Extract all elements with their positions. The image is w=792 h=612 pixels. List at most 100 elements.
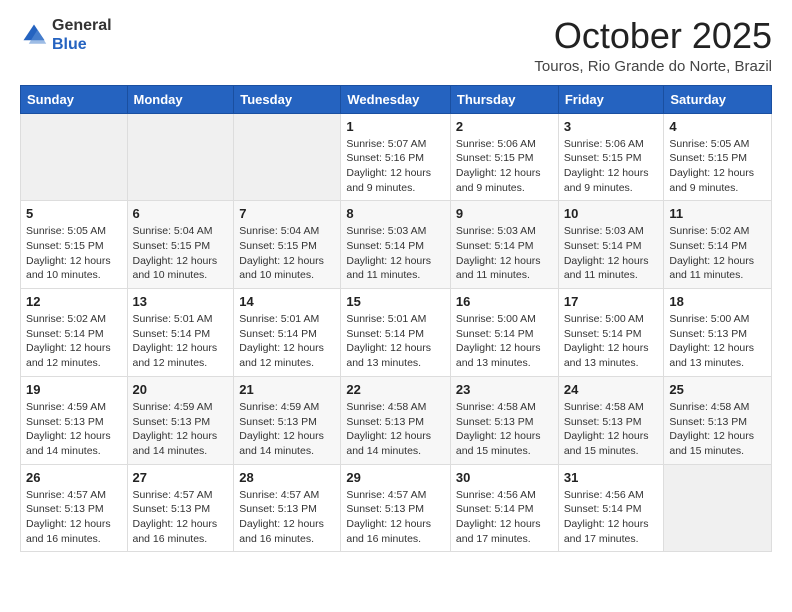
location: Touros, Rio Grande do Norte, Brazil bbox=[534, 58, 772, 75]
day-info: Sunrise: 5:03 AMSunset: 5:14 PMDaylight:… bbox=[346, 224, 445, 283]
day-number: 7 bbox=[239, 206, 335, 221]
day-info: Sunrise: 5:04 AMSunset: 5:15 PMDaylight:… bbox=[133, 224, 229, 283]
calendar-cell: 29Sunrise: 4:57 AMSunset: 5:13 PMDayligh… bbox=[341, 464, 451, 552]
day-number: 30 bbox=[456, 470, 553, 485]
calendar-week-3: 12 Sunrise: 5:02 AMSunset: 5:14 PMDayligh… bbox=[21, 289, 772, 377]
calendar-cell: 17 Sunrise: 5:00 AMSunset: 5:14 PMDayligh… bbox=[558, 289, 664, 377]
day-number: 3 bbox=[564, 119, 659, 134]
calendar-cell bbox=[234, 113, 341, 201]
day-number: 20 bbox=[133, 382, 229, 397]
day-info: Sunrise: 5:03 AMSunset: 5:14 PMDaylight:… bbox=[456, 224, 553, 283]
calendar-cell: 31 Sunrise: 4:56 AMSunset: 5:14 PMDayligh… bbox=[558, 464, 664, 552]
title-section: October 2025 Touros, Rio Grande do Norte… bbox=[534, 16, 772, 75]
calendar-cell: 20 Sunrise: 4:59 AMSunset: 5:13 PMDayligh… bbox=[127, 376, 234, 464]
calendar-cell: 5Sunrise: 5:05 AMSunset: 5:15 PMDaylight… bbox=[21, 201, 128, 289]
calendar-cell bbox=[664, 464, 772, 552]
day-number: 9 bbox=[456, 206, 553, 221]
calendar-week-4: 19Sunrise: 4:59 AMSunset: 5:13 PMDayligh… bbox=[21, 376, 772, 464]
calendar-cell: 26Sunrise: 4:57 AMSunset: 5:13 PMDayligh… bbox=[21, 464, 128, 552]
day-info: Sunrise: 4:57 AMSunset: 5:13 PMDaylight:… bbox=[26, 488, 122, 547]
day-info: Sunrise: 4:58 AMSunset: 5:13 PMDaylight:… bbox=[669, 400, 766, 459]
header-monday: Monday bbox=[127, 85, 234, 113]
calendar-cell: 3Sunrise: 5:06 AMSunset: 5:15 PMDaylight… bbox=[558, 113, 664, 201]
calendar-cell: 8 Sunrise: 5:03 AMSunset: 5:14 PMDaylight… bbox=[341, 201, 451, 289]
day-info: Sunrise: 4:56 AMSunset: 5:14 PMDaylight:… bbox=[456, 488, 553, 547]
day-number: 12 bbox=[26, 294, 122, 309]
calendar-cell: 21 Sunrise: 4:59 AMSunset: 5:13 PMDayligh… bbox=[234, 376, 341, 464]
calendar-cell: 7 Sunrise: 5:04 AMSunset: 5:15 PMDaylight… bbox=[234, 201, 341, 289]
day-info: Sunrise: 5:02 AMSunset: 5:14 PMDaylight:… bbox=[669, 224, 766, 283]
day-info: Sunrise: 4:57 AMSunset: 5:13 PMDaylight:… bbox=[346, 488, 445, 547]
calendar-cell: 22 Sunrise: 4:58 AMSunset: 5:13 PMDayligh… bbox=[341, 376, 451, 464]
day-number: 1 bbox=[346, 119, 445, 134]
logo: General Blue bbox=[20, 16, 112, 54]
day-info: Sunrise: 4:58 AMSunset: 5:13 PMDaylight:… bbox=[456, 400, 553, 459]
day-info: Sunrise: 5:07 AMSunset: 5:16 PMDaylight:… bbox=[346, 137, 445, 196]
day-info: Sunrise: 5:05 AMSunset: 5:15 PMDaylight:… bbox=[669, 137, 766, 196]
logo-text: General Blue bbox=[52, 16, 112, 54]
calendar-cell: 27Sunrise: 4:57 AMSunset: 5:13 PMDayligh… bbox=[127, 464, 234, 552]
calendar-cell bbox=[21, 113, 128, 201]
header-tuesday: Tuesday bbox=[234, 85, 341, 113]
day-info: Sunrise: 5:04 AMSunset: 5:15 PMDaylight:… bbox=[239, 224, 335, 283]
calendar-cell: 23 Sunrise: 4:58 AMSunset: 5:13 PMDayligh… bbox=[450, 376, 558, 464]
calendar-cell: 16Sunrise: 5:00 AMSunset: 5:14 PMDayligh… bbox=[450, 289, 558, 377]
day-info: Sunrise: 5:02 AMSunset: 5:14 PMDaylight:… bbox=[26, 312, 122, 371]
calendar-cell: 10 Sunrise: 5:03 AMSunset: 5:14 PMDayligh… bbox=[558, 201, 664, 289]
calendar-cell: 24 Sunrise: 4:58 AMSunset: 5:13 PMDayligh… bbox=[558, 376, 664, 464]
page-container: General Blue October 2025 Touros, Rio Gr… bbox=[0, 0, 792, 572]
logo-icon bbox=[20, 21, 48, 49]
calendar-cell: 11 Sunrise: 5:02 AMSunset: 5:14 PMDayligh… bbox=[664, 201, 772, 289]
day-number: 21 bbox=[239, 382, 335, 397]
day-info: Sunrise: 5:00 AMSunset: 5:14 PMDaylight:… bbox=[564, 312, 659, 371]
calendar-cell: 6Sunrise: 5:04 AMSunset: 5:15 PMDaylight… bbox=[127, 201, 234, 289]
calendar-cell: 13 Sunrise: 5:01 AMSunset: 5:14 PMDayligh… bbox=[127, 289, 234, 377]
calendar-week-2: 5Sunrise: 5:05 AMSunset: 5:15 PMDaylight… bbox=[21, 201, 772, 289]
header: General Blue October 2025 Touros, Rio Gr… bbox=[20, 16, 772, 75]
calendar-cell: 18Sunrise: 5:00 AMSunset: 5:13 PMDayligh… bbox=[664, 289, 772, 377]
day-number: 2 bbox=[456, 119, 553, 134]
calendar-week-1: 1 Sunrise: 5:07 AMSunset: 5:16 PMDaylight… bbox=[21, 113, 772, 201]
day-info: Sunrise: 5:01 AMSunset: 5:14 PMDaylight:… bbox=[133, 312, 229, 371]
day-info: Sunrise: 5:01 AMSunset: 5:14 PMDaylight:… bbox=[346, 312, 445, 371]
calendar-cell: 15 Sunrise: 5:01 AMSunset: 5:14 PMDayligh… bbox=[341, 289, 451, 377]
day-info: Sunrise: 4:57 AMSunset: 5:13 PMDaylight:… bbox=[133, 488, 229, 547]
day-number: 11 bbox=[669, 206, 766, 221]
day-info: Sunrise: 4:59 AMSunset: 5:13 PMDaylight:… bbox=[133, 400, 229, 459]
day-number: 25 bbox=[669, 382, 766, 397]
day-info: Sunrise: 5:03 AMSunset: 5:14 PMDaylight:… bbox=[564, 224, 659, 283]
header-saturday: Saturday bbox=[664, 85, 772, 113]
header-thursday: Thursday bbox=[450, 85, 558, 113]
calendar-cell: 28 Sunrise: 4:57 AMSunset: 5:13 PMDayligh… bbox=[234, 464, 341, 552]
header-sunday: Sunday bbox=[21, 85, 128, 113]
day-number: 22 bbox=[346, 382, 445, 397]
day-info: Sunrise: 4:58 AMSunset: 5:13 PMDaylight:… bbox=[564, 400, 659, 459]
day-number: 13 bbox=[133, 294, 229, 309]
day-info: Sunrise: 4:57 AMSunset: 5:13 PMDaylight:… bbox=[239, 488, 335, 547]
day-number: 24 bbox=[564, 382, 659, 397]
day-number: 17 bbox=[564, 294, 659, 309]
calendar-table: Sunday Monday Tuesday Wednesday Thursday… bbox=[20, 85, 772, 553]
day-number: 15 bbox=[346, 294, 445, 309]
calendar-cell: 9 Sunrise: 5:03 AMSunset: 5:14 PMDaylight… bbox=[450, 201, 558, 289]
day-info: Sunrise: 5:06 AMSunset: 5:15 PMDaylight:… bbox=[456, 137, 553, 196]
calendar-header-row: Sunday Monday Tuesday Wednesday Thursday… bbox=[21, 85, 772, 113]
day-number: 5 bbox=[26, 206, 122, 221]
day-number: 18 bbox=[669, 294, 766, 309]
day-number: 14 bbox=[239, 294, 335, 309]
day-number: 23 bbox=[456, 382, 553, 397]
day-info: Sunrise: 4:58 AMSunset: 5:13 PMDaylight:… bbox=[346, 400, 445, 459]
day-info: Sunrise: 4:56 AMSunset: 5:14 PMDaylight:… bbox=[564, 488, 659, 547]
day-info: Sunrise: 4:59 AMSunset: 5:13 PMDaylight:… bbox=[239, 400, 335, 459]
day-number: 28 bbox=[239, 470, 335, 485]
calendar-cell: 4 Sunrise: 5:05 AMSunset: 5:15 PMDaylight… bbox=[664, 113, 772, 201]
day-number: 8 bbox=[346, 206, 445, 221]
calendar-cell: 19Sunrise: 4:59 AMSunset: 5:13 PMDayligh… bbox=[21, 376, 128, 464]
calendar-week-5: 26Sunrise: 4:57 AMSunset: 5:13 PMDayligh… bbox=[21, 464, 772, 552]
day-number: 10 bbox=[564, 206, 659, 221]
header-friday: Friday bbox=[558, 85, 664, 113]
day-info: Sunrise: 4:59 AMSunset: 5:13 PMDaylight:… bbox=[26, 400, 122, 459]
day-number: 4 bbox=[669, 119, 766, 134]
calendar-cell: 1 Sunrise: 5:07 AMSunset: 5:16 PMDaylight… bbox=[341, 113, 451, 201]
day-number: 31 bbox=[564, 470, 659, 485]
